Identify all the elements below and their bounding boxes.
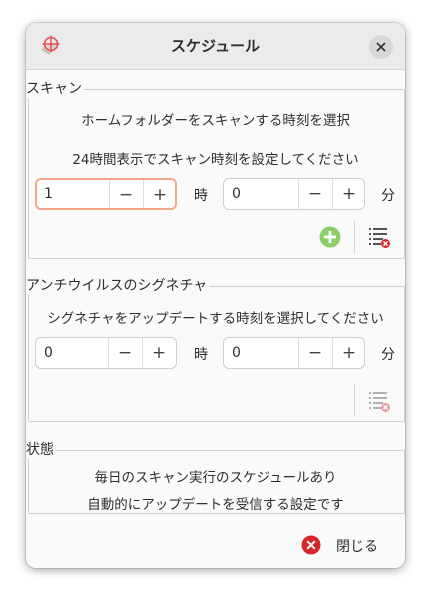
status-scan-line: 毎日のスキャン実行のスケジュールあり bbox=[94, 470, 337, 486]
signature-actions-divider bbox=[354, 383, 355, 417]
signature-minute-stepper[interactable]: 0 − + bbox=[223, 337, 365, 369]
schedule-dialog: スケジュール スキャン ホームフォルダーをスキャンする時刻を選択 24時間表示で… bbox=[26, 23, 405, 568]
scan-hint: 24時間表示でスキャン時刻を設定してください bbox=[72, 152, 359, 168]
scan-minute-stepper[interactable]: 0 − + bbox=[223, 178, 365, 210]
signature-instruction: シグネチャをアップデートする時刻を選択してください bbox=[47, 311, 384, 327]
signature-hour-unit: 時 bbox=[194, 347, 208, 363]
status-update-line: 自動的にアップデートを受信する設定です bbox=[87, 497, 344, 513]
close-icon bbox=[376, 42, 386, 52]
scan-hour-increment-button[interactable]: + bbox=[143, 180, 177, 208]
signature-minute-increment-button[interactable]: + bbox=[332, 338, 366, 368]
add-schedule-button[interactable] bbox=[318, 225, 342, 249]
remove-scan-schedule-button[interactable] bbox=[367, 225, 391, 249]
signature-minute-value[interactable]: 0 bbox=[232, 338, 241, 368]
scan-minute-decrement-button[interactable]: − bbox=[298, 179, 332, 209]
signature-hour-increment-button[interactable]: + bbox=[142, 338, 176, 368]
scan-instruction: ホームフォルダーをスキャンする時刻を選択 bbox=[81, 113, 350, 129]
signature-hour-stepper[interactable]: 0 − + bbox=[35, 337, 177, 369]
signature-minute-unit: 分 bbox=[381, 347, 395, 363]
titlebar: スケジュール bbox=[26, 23, 405, 70]
scan-hour-decrement-button[interactable]: − bbox=[109, 180, 143, 208]
scan-hour-unit: 時 bbox=[194, 188, 208, 204]
remove-signature-schedule-button[interactable] bbox=[367, 389, 391, 413]
scan-minute-unit: 分 bbox=[381, 188, 395, 204]
scan-actions-divider bbox=[354, 220, 355, 254]
scan-hour-stepper[interactable]: 1 − + bbox=[35, 178, 177, 210]
signature-hour-value[interactable]: 0 bbox=[44, 338, 53, 368]
window-title: スケジュール bbox=[171, 37, 260, 55]
status-legend: 状態 bbox=[26, 441, 56, 459]
scan-hour-value[interactable]: 1 bbox=[44, 180, 53, 208]
signature-legend: アンチウイルスのシグネチャ bbox=[26, 277, 210, 295]
close-button[interactable]: 閉じる bbox=[296, 530, 388, 560]
signature-minute-decrement-button[interactable]: − bbox=[298, 338, 332, 368]
signature-hour-decrement-button[interactable]: − bbox=[108, 338, 142, 368]
scan-minute-value[interactable]: 0 bbox=[232, 179, 241, 209]
window-close-button[interactable] bbox=[369, 35, 393, 59]
scan-legend: スキャン bbox=[26, 80, 84, 98]
close-button-label: 閉じる bbox=[336, 539, 378, 555]
scan-minute-increment-button[interactable]: + bbox=[332, 179, 366, 209]
close-circle-icon bbox=[301, 535, 321, 555]
